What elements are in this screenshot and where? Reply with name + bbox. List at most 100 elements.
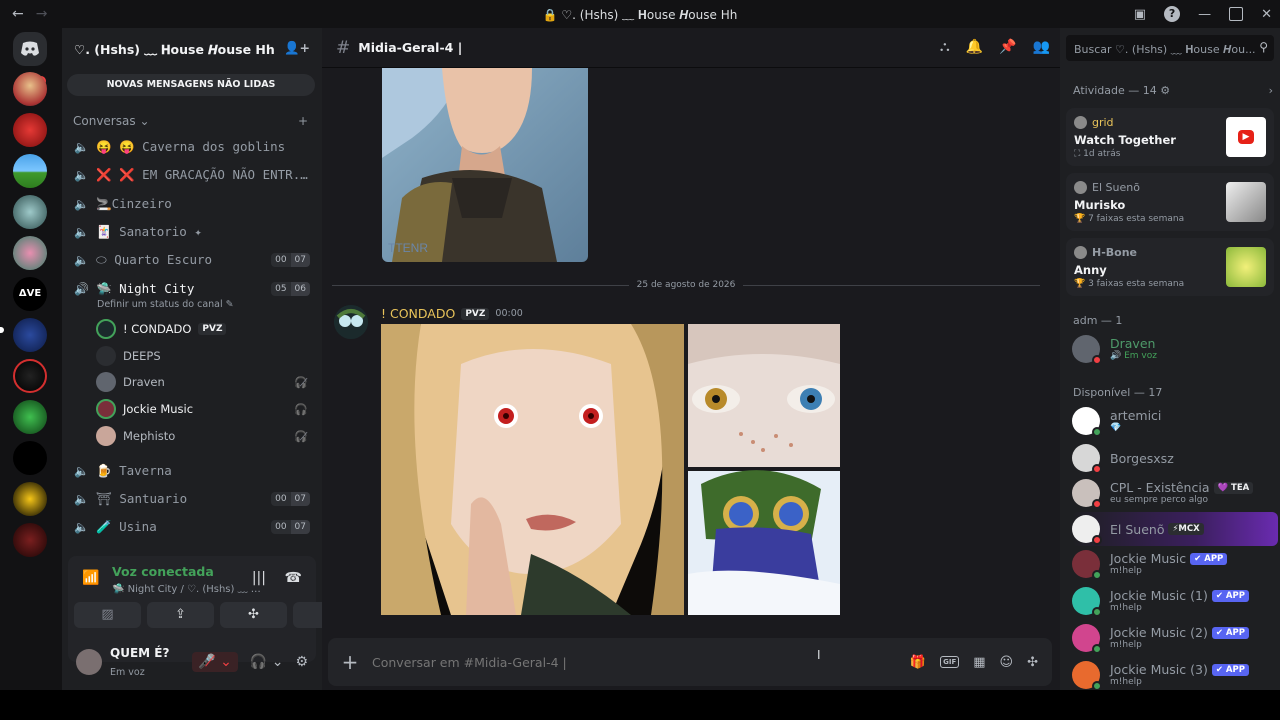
gear-icon[interactable]: ⚙ [295, 654, 308, 670]
gift-icon[interactable]: 🎁 [910, 655, 926, 670]
avatar [1072, 335, 1102, 365]
emoji-icon[interactable]: ☺ [1000, 655, 1014, 670]
maximize-icon[interactable] [1229, 7, 1244, 21]
search-input[interactable]: Buscar ♡. (Hshs) ﹏ 𝐇ouse 𝑯ou... ⚲ [1066, 35, 1274, 61]
author-avatar[interactable] [334, 305, 368, 339]
image-attachment[interactable]: TTENR [382, 68, 588, 262]
server-icon[interactable] [13, 154, 47, 188]
unread-messages-button[interactable]: NOVAS MENSAGENS NÃO LIDAS [67, 74, 315, 96]
close-icon[interactable]: ✕ [1261, 7, 1272, 22]
category-name: Conversas [73, 114, 136, 128]
mic-muted-icon[interactable]: 🎤̸ ⌄ [192, 652, 238, 672]
sticker-icon[interactable]: ▦ [973, 655, 985, 670]
member-item[interactable]: Jockie Music ✔ APP m!help [1072, 547, 1272, 581]
member-item[interactable]: Borgesxsz [1072, 441, 1272, 475]
voice-user[interactable]: Draven 🎧̸ [96, 371, 308, 393]
window-title-text: ♡. (Hshs) ﹏ 𝐇ouse 𝑯ouse Hh [561, 7, 738, 22]
inbox-icon[interactable]: ▣ [1134, 7, 1146, 22]
voice-channel[interactable]: 🔈 ⛩ Santuario 00 07 [74, 486, 310, 512]
member-item[interactable]: Jockie Music (3) ✔ APP m!help [1072, 658, 1272, 692]
activity-card[interactable]: El Suenõ Murisko 🏆 7 faixas esta semana [1066, 173, 1274, 231]
voice-user[interactable]: Jockie Music 🎧 [96, 398, 308, 420]
forward-arrow-icon[interactable]: → [36, 6, 48, 22]
pin-icon[interactable]: 📌 [999, 39, 1016, 55]
member-item[interactable]: Jockie Music (2) ✔ APP m!help [1072, 621, 1272, 655]
chevron-right-icon[interactable]: › [1269, 84, 1273, 97]
member-sidebar: Buscar ♡. (Hshs) ﹏ 𝐇ouse 𝑯ou... ⚲ Ativid… [1060, 28, 1280, 692]
voice-user[interactable]: ! CONDADO PVZ [96, 318, 308, 340]
add-member-icon[interactable]: 👤+ [284, 40, 310, 56]
signal-icon[interactable]: 📶 [82, 570, 99, 586]
voice-channel[interactable]: 🔈 😝 😝 Caverna dos goblins [74, 134, 310, 160]
album-art [1226, 182, 1266, 222]
server-icon[interactable] [13, 359, 47, 393]
threads-icon[interactable]: ⛬ [940, 39, 950, 55]
voice-channel[interactable]: 🔈 🃏 Sanatorio ✦ [74, 219, 310, 245]
voice-user[interactable]: Mephisto 🎧̸ [96, 425, 308, 447]
activity-card[interactable]: grid Watch Together ⛶ 1d atrás ▶ [1066, 108, 1274, 166]
server-icon[interactable] [13, 441, 47, 475]
disconnect-icon[interactable]: ☎ [285, 570, 302, 586]
camera-off-button[interactable]: ▨ [74, 602, 141, 628]
member-status: m!help [1110, 566, 1142, 577]
avatar [1074, 116, 1087, 129]
avatar [1072, 550, 1102, 580]
server-icon[interactable] [13, 113, 47, 147]
date-text: 25 de agosto de 2026 [636, 280, 736, 290]
username[interactable]: QUEM É? [110, 646, 169, 660]
image-attachment[interactable] [381, 324, 684, 615]
channel-status-prompt[interactable]: Definir um status do canal ✎ [97, 299, 234, 310]
message-input[interactable] [372, 654, 832, 670]
minimize-icon[interactable]: — [1198, 7, 1211, 22]
server-icon[interactable] [13, 318, 47, 352]
channel-name: 😝 😝 Caverna dos goblins [96, 139, 286, 154]
member-item[interactable]: Jockie Music (1) ✔ APP m!help [1072, 584, 1272, 618]
voice-channel[interactable]: 🔈 🧪 Usina 00 07 [74, 514, 310, 540]
upload-plus-icon[interactable]: + [328, 650, 372, 674]
apps-icon[interactable]: ✣ [1027, 655, 1038, 670]
taskbar-strip [0, 690, 1280, 720]
voice-channel[interactable]: 🔈 🚬Cinzeiro [74, 191, 310, 217]
add-channel-icon[interactable]: + [298, 114, 308, 128]
home-discord-icon[interactable] [13, 32, 47, 66]
avatar [96, 426, 116, 446]
member-item[interactable]: Draven 🔊 Em voz [1072, 332, 1272, 366]
member-item[interactable]: CPL - Existência 💜 TEA eu sempre perco alg… [1072, 476, 1272, 510]
server-icon[interactable] [13, 523, 47, 557]
help-icon[interactable]: ? [1164, 6, 1181, 22]
category-header[interactable]: Conversas ⌄ + [73, 114, 308, 128]
member-list-icon[interactable]: 👥 [1033, 39, 1050, 55]
server-icon[interactable] [13, 482, 47, 516]
activities-button[interactable]: ✣ [220, 602, 287, 628]
voice-channel[interactable]: 🔈 ❌ ❌ EM GRACAÇÃO NÃO ENTR... [74, 162, 310, 188]
member-item[interactable]: El Suenõ ⚡MCX [1072, 512, 1278, 546]
voice-location[interactable]: 🛸 Night City / ♡. (Hshs) ﹏ 𝐇ouse 𝑯o... [112, 580, 262, 595]
voice-status[interactable]: Voz conectada [112, 564, 214, 579]
date-separator: 25 de agosto de 2026 [332, 280, 1041, 290]
server-icon[interactable] [13, 400, 47, 434]
server-icon[interactable] [13, 72, 47, 106]
message-author[interactable]: ! CONDADO [381, 306, 455, 321]
gif-icon[interactable]: GIF [940, 656, 960, 668]
speaker-icon: 🔈 [74, 197, 89, 211]
voice-user[interactable]: DEEPS [96, 345, 308, 367]
image-attachment[interactable] [688, 470, 840, 615]
activity-card[interactable]: H-Bone Anny 🏆 3 faixas esta semana [1066, 238, 1274, 296]
member-item[interactable]: artemici 💎 [1072, 404, 1272, 438]
activity-name: Murisko [1074, 198, 1126, 212]
guild-header[interactable]: ♡. (Hshs) ﹏ 𝐇ouse 𝑯ouse Hh 👤+ [62, 28, 322, 68]
voice-channel[interactable]: 🔈 ⬭ Quarto Escuro 00 07 [74, 247, 310, 273]
user-avatar[interactable] [76, 649, 102, 675]
image-attachment[interactable] [688, 324, 840, 467]
guild-tag[interactable]: PVZ [461, 307, 490, 320]
noise-suppression-icon[interactable]: ||| [252, 570, 266, 586]
activity-header[interactable]: Atividade — 14 ⚙ › [1073, 84, 1273, 97]
headphones-icon[interactable]: 🎧 ⌄ [250, 654, 284, 670]
server-icon[interactable] [13, 236, 47, 270]
back-arrow-icon[interactable]: ← [12, 6, 24, 22]
bell-icon[interactable]: 🔔 [966, 39, 983, 55]
screen-share-button[interactable]: ⇪ [147, 602, 214, 628]
server-icon[interactable]: ΔVE [13, 277, 47, 311]
voice-channel[interactable]: 🔈 🍺 Taverna [74, 458, 310, 484]
server-icon[interactable] [13, 195, 47, 229]
